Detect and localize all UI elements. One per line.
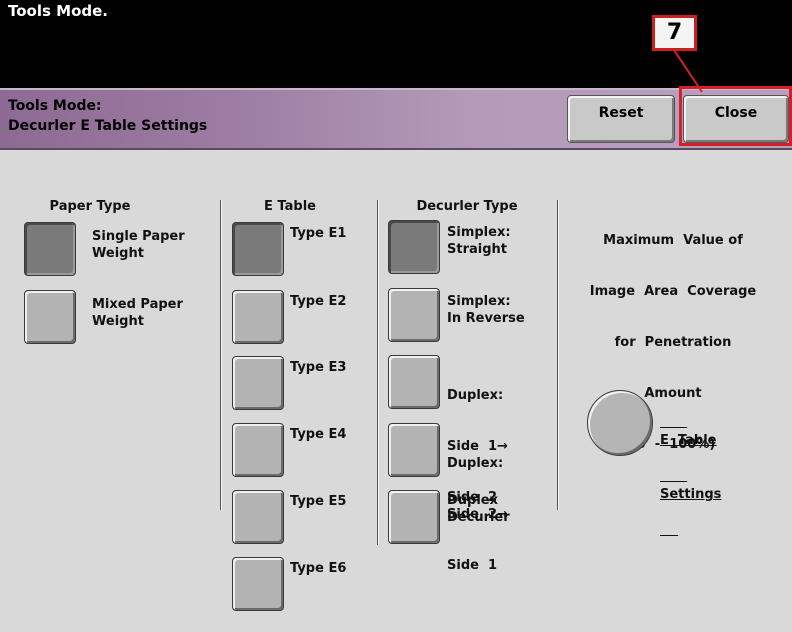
type-e5-label: Type E5 [290,494,347,509]
decurler-type-heading: Decurler Type [416,199,518,214]
mixed-paper-weight-line2: Weight [92,314,144,329]
type-e4-button[interactable] [232,423,284,477]
simplex-straight-label: Simplex: Straight [447,224,511,258]
simplex-in-reverse-line2: In Reverse [447,311,525,326]
single-paper-weight-button[interactable] [24,222,76,276]
type-e2-label: Type E2 [290,294,347,309]
reset-button[interactable]: Reset [567,95,675,143]
simplex-straight-line1: Simplex: [447,225,511,240]
single-paper-weight-line1: Single Paper [92,229,185,244]
type-e1-button[interactable] [232,222,284,276]
single-paper-weight-label: Single Paper Weight [92,228,185,262]
e-table-settings-button[interactable] [587,390,653,456]
duplex-side2-side1-button[interactable] [388,423,440,477]
max-value-line3: for Penetration [614,335,732,350]
type-e6-button[interactable] [232,557,284,611]
max-value-line2: Image Area Coverage [589,284,757,299]
page-title: Tools Mode: Decurler E Table Settings [8,96,207,136]
header-bar: Tools Mode: Decurler E Table Settings Re… [0,88,792,150]
type-e3-button[interactable] [232,356,284,410]
duplex-decurler-button[interactable] [388,490,440,544]
settings-panel: Paper Type Single Paper Weight Mixed Pap… [0,150,792,632]
column-divider-2 [377,200,379,545]
e-table-settings-line2: Settings [660,487,722,502]
duplex-side2-side1-line1: Duplex: [447,456,504,471]
mixed-paper-weight-label: Mixed Paper Weight [92,296,183,330]
type-e3-label: Type E3 [290,360,347,375]
simplex-straight-line2: Straight [447,242,507,257]
simplex-in-reverse-button[interactable] [388,288,440,342]
mixed-paper-weight-button[interactable] [24,290,76,344]
top-bar: Tools Mode. 7 [0,0,792,88]
window-title: Tools Mode. [8,2,108,20]
column-divider-3 [557,200,559,510]
simplex-in-reverse-line1: Simplex: [447,294,511,309]
column-divider-1 [220,200,222,510]
type-e4-label: Type E4 [290,427,347,442]
type-e6-label: Type E6 [290,561,347,576]
duplex-side1-side2-button[interactable] [388,355,440,409]
mixed-paper-weight-line1: Mixed Paper [92,297,183,312]
e-table-settings-label: E Table Settings [660,396,721,540]
duplex-decurler-line1: Duplex [447,493,499,508]
simplex-in-reverse-label: Simplex: In Reverse [447,293,525,327]
close-button[interactable]: Close [683,95,789,143]
duplex-decurler-line2: Decurler [447,510,510,525]
page-title-line1: Tools Mode: [8,98,102,114]
step-callout-badge: 7 [652,15,697,51]
e-table-heading: E Table [264,199,316,214]
screen: Tools Mode. 7 Tools Mode: Decurler E Tab… [0,0,792,632]
page-title-line2: Decurler E Table Settings [8,118,208,134]
e-table-settings-line1: E Table [660,433,717,448]
type-e2-button[interactable] [232,290,284,344]
simplex-straight-button[interactable] [388,220,440,274]
duplex-side2-side1-line3: Side 1 [447,558,498,573]
single-paper-weight-line2: Weight [92,246,144,261]
type-e5-button[interactable] [232,490,284,544]
duplex-side1-side2-line1: Duplex: [447,388,504,403]
paper-type-heading: Paper Type [49,199,131,214]
type-e1-label: Type E1 [290,226,347,241]
duplex-decurler-label: Duplex Decurler [447,492,510,526]
max-value-line1: Maximum Value of [603,233,743,248]
